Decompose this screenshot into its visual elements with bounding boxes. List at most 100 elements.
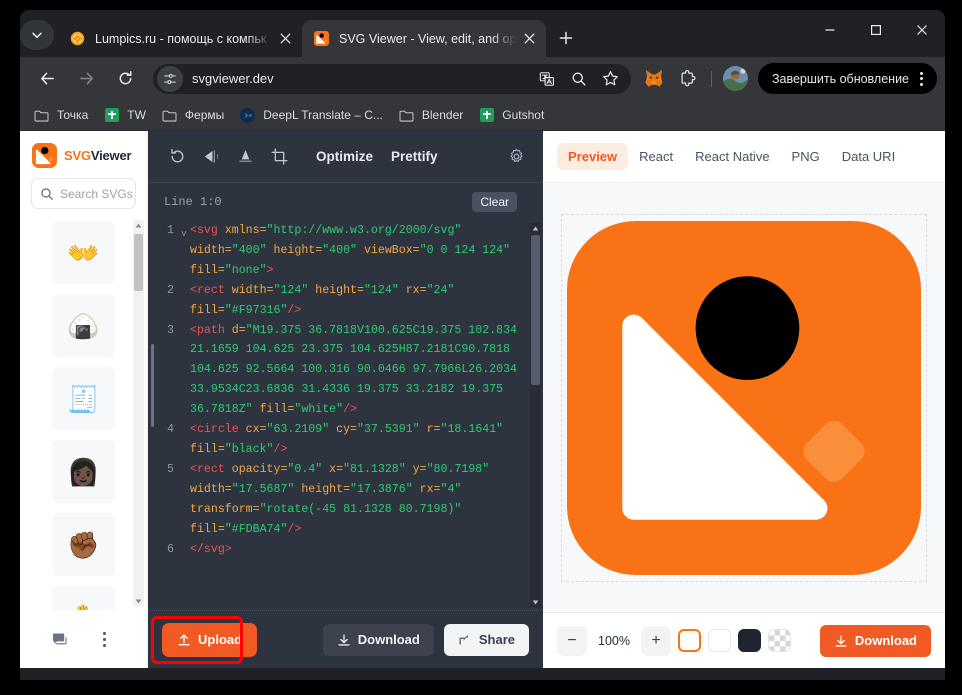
scroll-up-icon[interactable]	[133, 220, 144, 231]
preview-panel: Preview React React Native PNG Data URI	[543, 131, 945, 668]
search-icon[interactable]	[566, 66, 592, 92]
share-button[interactable]: Share	[443, 623, 529, 656]
reload-icon	[119, 70, 132, 85]
list-item[interactable]: 👐	[52, 221, 115, 284]
preview-canvas[interactable]	[561, 213, 927, 582]
tab-react[interactable]: React	[628, 143, 684, 170]
line-status: Line 1:0	[164, 195, 222, 209]
line-number: 2	[167, 283, 174, 297]
bookmark-1[interactable]: TW	[98, 104, 154, 127]
code-editor-panel: Optimize Prettify Line 1:0 Clear 1 v <sv…	[148, 131, 543, 668]
brand-text-dark: Viewer	[90, 148, 132, 163]
kebab-menu-icon[interactable]	[93, 626, 117, 652]
bookmark-label: Точка	[57, 108, 89, 122]
rotate-icon[interactable]	[162, 142, 192, 172]
tab-react-native[interactable]: React Native	[684, 143, 780, 170]
close-icon[interactable]	[519, 28, 540, 49]
scrollbar-thumb[interactable]	[531, 235, 540, 385]
bookmark-0[interactable]: Точка	[28, 104, 96, 127]
site-settings-icon[interactable]	[157, 65, 183, 92]
open-hands-svg-icon: 👐	[67, 237, 100, 268]
sheets-icon	[478, 107, 495, 124]
code-lines[interactable]: 1 v <svg xmlns="http://www.w3.org/2000/s…	[148, 221, 529, 610]
scroll-down-icon[interactable]	[530, 597, 541, 608]
zoom-in-button[interactable]: +	[641, 625, 671, 656]
new-tab-button[interactable]	[552, 24, 580, 52]
list-item[interactable]: ✋	[52, 586, 115, 610]
code-scrollbar[interactable]	[530, 223, 541, 608]
crop-icon[interactable]	[264, 142, 294, 172]
gear-icon[interactable]	[503, 144, 529, 170]
scrollbar-thumb[interactable]	[134, 234, 143, 291]
tab-search-button[interactable]	[20, 20, 54, 50]
flip-horizontal-icon[interactable]	[196, 142, 226, 172]
list-item[interactable]: 🧾	[52, 367, 115, 430]
bg-black-swatch[interactable]	[738, 629, 761, 652]
bookmark-3[interactable]: DeepL Translate – C...	[234, 104, 391, 127]
share-icon	[458, 633, 472, 647]
bg-white-selected-swatch[interactable]	[678, 629, 701, 652]
translate-icon[interactable]	[534, 66, 560, 92]
kebab-menu-icon[interactable]	[909, 66, 933, 92]
app-brand[interactable]: SVGViewer	[20, 131, 147, 178]
bg-transparent-swatch[interactable]	[768, 629, 791, 652]
close-icon[interactable]	[275, 28, 296, 49]
forward-button[interactable]	[72, 64, 101, 93]
clear-button[interactable]: Clear	[472, 192, 517, 212]
chat-bubble-icon[interactable]	[51, 632, 68, 647]
svg-thumbnail-list[interactable]: 👐 🍙 🧾 👩🏿 ✊🏾 ✋ 🤠	[20, 217, 147, 610]
zoom-out-button[interactable]: −	[557, 625, 587, 656]
star-icon[interactable]	[598, 66, 624, 92]
scroll-up-icon[interactable]	[530, 223, 541, 234]
minimize-button[interactable]	[807, 10, 853, 50]
tab-png[interactable]: PNG	[781, 143, 831, 170]
bookmark-label: TW	[127, 108, 146, 122]
close-button[interactable]	[899, 10, 945, 50]
sidebar-scrollbar[interactable]	[133, 220, 144, 607]
preview-footer: − 100% + Download	[543, 612, 945, 668]
maximize-button[interactable]	[853, 10, 899, 50]
raised-hand-svg-icon: ✋	[67, 605, 99, 611]
search-svg-box[interactable]	[31, 178, 136, 209]
code-text: <circle cx="63.2109" cy="37.5391" r="18.…	[190, 423, 504, 456]
code-area[interactable]: 1 v <svg xmlns="http://www.w3.org/2000/s…	[148, 221, 543, 610]
list-item[interactable]: 👩🏿	[52, 440, 115, 503]
fold-chevron-icon[interactable]: v	[178, 221, 190, 281]
tab-data-uri[interactable]: Data URI	[831, 143, 906, 170]
list-item[interactable]: 🍙	[52, 294, 115, 357]
brand-text-orange: SVG	[64, 148, 91, 163]
list-item[interactable]: ✊🏾	[52, 513, 115, 576]
line-number: 3	[167, 323, 174, 337]
receipt-svg-icon: 🧾	[67, 383, 100, 414]
bookmarks-bar: Точка TW Фермы DeepL Translate – C... Bl…	[20, 100, 945, 131]
back-button[interactable]	[33, 64, 62, 93]
upload-button[interactable]: Upload	[162, 622, 258, 657]
plus-icon	[559, 31, 573, 45]
download-preview-button[interactable]: Download	[819, 624, 931, 657]
download-code-button[interactable]: Download	[322, 623, 434, 656]
prettify-button[interactable]: Prettify	[391, 149, 438, 164]
reload-button[interactable]	[111, 64, 140, 93]
code-line-5: 5 <rect opacity="0.4" x="81.1328" y="80.…	[156, 460, 529, 540]
bookmark-2[interactable]: Фермы	[156, 104, 232, 127]
bookmark-label: Blender	[421, 108, 464, 122]
extensions-puzzle-icon[interactable]	[675, 66, 701, 92]
address-bar[interactable]: svgviewer.dev	[153, 63, 631, 94]
bookmark-5[interactable]: Gutshot	[473, 104, 552, 127]
flip-vertical-icon[interactable]	[230, 142, 260, 172]
browser-tab-1[interactable]: SVG Viewer - View, edit, and op	[302, 20, 546, 57]
optimize-button[interactable]: Optimize	[316, 149, 373, 164]
download-icon	[834, 634, 848, 648]
metamask-fox-icon[interactable]	[641, 66, 667, 92]
scroll-down-icon[interactable]	[133, 596, 144, 607]
bookmark-4[interactable]: Blender	[393, 104, 471, 127]
avatar[interactable]	[722, 66, 748, 91]
search-input[interactable]	[54, 186, 135, 201]
tab-preview[interactable]: Preview	[557, 143, 629, 170]
finish-update-button[interactable]: Завершить обновление	[757, 63, 937, 94]
svgviewer-logo-artwork	[567, 220, 921, 575]
browser-tab-0[interactable]: Lumpics.ru - помощь с компьк	[58, 20, 302, 57]
bg-white-swatch[interactable]	[708, 629, 731, 652]
line-number: 4	[167, 423, 174, 437]
